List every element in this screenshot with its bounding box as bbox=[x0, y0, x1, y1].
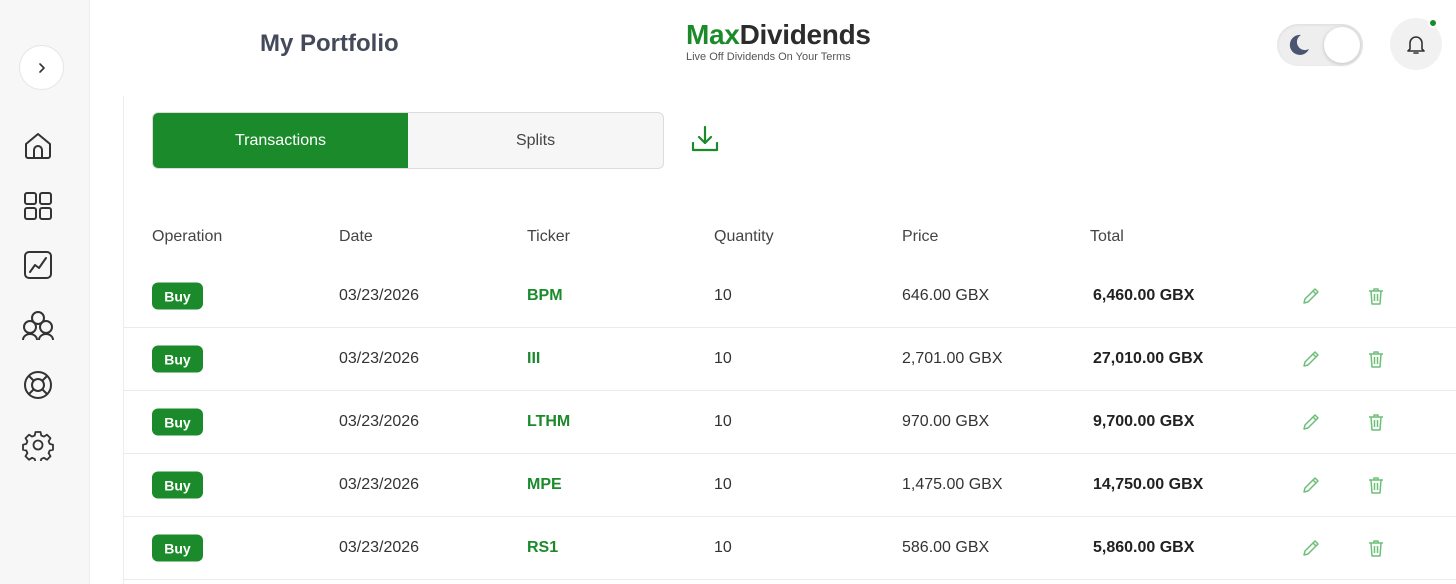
edit-button[interactable] bbox=[1300, 411, 1322, 433]
quantity-cell: 10 bbox=[714, 413, 732, 430]
trash-icon bbox=[1369, 477, 1383, 494]
sidebar-item-analytics[interactable] bbox=[20, 247, 56, 283]
operation-badge: Buy bbox=[152, 471, 203, 499]
column-header-operation[interactable]: Operation bbox=[152, 228, 222, 246]
brand-name-part2: Dividends bbox=[739, 19, 871, 50]
date-cell: 03/23/2026 bbox=[339, 287, 420, 304]
tab-transactions[interactable]: Transactions bbox=[153, 113, 408, 168]
operation-badge: Buy bbox=[152, 282, 203, 310]
grid-icon bbox=[24, 192, 52, 220]
download-icon bbox=[691, 125, 719, 152]
table-row: Buy 03/23/2026 BPM 10 646.00 GBX 6,460.0… bbox=[124, 265, 1456, 328]
quantity-cell: 10 bbox=[714, 287, 732, 304]
column-header-total[interactable]: Total bbox=[1090, 228, 1124, 246]
ticker-link[interactable]: BPM bbox=[527, 287, 563, 305]
delete-button[interactable] bbox=[1365, 285, 1387, 307]
ticker-link[interactable]: RS1 bbox=[527, 539, 558, 557]
price-cell: 2,701.00 GBX bbox=[902, 350, 1003, 367]
sidebar bbox=[0, 0, 90, 584]
trash-icon bbox=[1369, 414, 1383, 431]
edit-button[interactable] bbox=[1300, 348, 1322, 370]
sidebar-item-community[interactable] bbox=[20, 308, 56, 344]
date-cell: 03/23/2026 bbox=[339, 539, 420, 556]
sidebar-item-support[interactable] bbox=[20, 367, 56, 403]
sidebar-item-home[interactable] bbox=[20, 128, 56, 164]
brand-name-part1: Max bbox=[686, 19, 740, 50]
ticker-link[interactable]: III bbox=[527, 350, 540, 368]
quantity-cell: 10 bbox=[714, 350, 732, 367]
pencil-icon bbox=[1303, 414, 1319, 430]
quantity-cell: 10 bbox=[714, 476, 732, 493]
delete-button[interactable] bbox=[1365, 537, 1387, 559]
download-button[interactable] bbox=[688, 122, 722, 156]
column-header-price[interactable]: Price bbox=[902, 228, 938, 246]
settings-icon bbox=[22, 431, 54, 461]
sidebar-expand-button[interactable] bbox=[19, 45, 64, 90]
price-cell: 1,475.00 GBX bbox=[902, 476, 1003, 493]
total-cell: 14,750.00 GBX bbox=[1093, 476, 1204, 493]
operation-badge: Buy bbox=[152, 345, 203, 373]
moon-icon bbox=[1289, 34, 1309, 55]
tab-splits[interactable]: Splits bbox=[408, 113, 663, 168]
view-tabs: Transactions Splits bbox=[152, 112, 664, 169]
home-icon bbox=[25, 133, 51, 159]
price-cell: 970.00 GBX bbox=[902, 413, 990, 430]
edit-button[interactable] bbox=[1300, 537, 1322, 559]
trash-icon bbox=[1369, 351, 1383, 368]
trash-icon bbox=[1369, 288, 1383, 305]
brand-logo[interactable]: MaxDividends Live Off Dividends On Your … bbox=[686, 19, 871, 64]
column-header-ticker[interactable]: Ticker bbox=[527, 228, 570, 246]
support-icon bbox=[24, 371, 52, 399]
table-row: Buy 03/23/2026 MPE 10 1,475.00 GBX 14,75… bbox=[124, 454, 1456, 517]
sidebar-item-settings[interactable] bbox=[20, 427, 56, 463]
column-header-quantity[interactable]: Quantity bbox=[714, 228, 774, 246]
pencil-icon bbox=[1303, 540, 1319, 556]
column-header-date[interactable]: Date bbox=[339, 228, 373, 246]
page-title: My Portfolio bbox=[260, 30, 399, 57]
pencil-icon bbox=[1303, 288, 1319, 304]
date-cell: 03/23/2026 bbox=[339, 350, 420, 367]
trash-icon bbox=[1369, 540, 1383, 557]
brand-tagline: Live Off Dividends On Your Terms bbox=[686, 51, 851, 63]
ticker-link[interactable]: LTHM bbox=[527, 413, 570, 431]
date-cell: 03/23/2026 bbox=[339, 476, 420, 493]
operation-badge: Buy bbox=[152, 534, 203, 562]
ticker-link[interactable]: MPE bbox=[527, 476, 562, 494]
price-cell: 646.00 GBX bbox=[902, 287, 990, 304]
date-cell: 03/23/2026 bbox=[339, 413, 420, 430]
sidebar-item-dashboard[interactable] bbox=[20, 188, 56, 224]
notification-dot bbox=[1428, 18, 1438, 28]
toggle-knob bbox=[1324, 27, 1360, 63]
table-row: Buy 03/23/2026 RS1 10 586.00 GBX 5,860.0… bbox=[124, 517, 1456, 580]
delete-button[interactable] bbox=[1365, 411, 1387, 433]
total-cell: 27,010.00 GBX bbox=[1093, 350, 1204, 367]
total-cell: 9,700.00 GBX bbox=[1093, 413, 1195, 430]
table-row: Buy 03/23/2026 III 10 2,701.00 GBX 27,01… bbox=[124, 328, 1456, 391]
quantity-cell: 10 bbox=[714, 539, 732, 556]
chart-icon bbox=[24, 251, 52, 279]
total-cell: 6,460.00 GBX bbox=[1093, 287, 1195, 304]
bell-icon bbox=[1407, 36, 1425, 54]
pencil-icon bbox=[1303, 351, 1319, 367]
total-cell: 5,860.00 GBX bbox=[1093, 539, 1195, 556]
community-icon bbox=[22, 311, 54, 341]
notifications-button[interactable] bbox=[1390, 18, 1442, 70]
theme-toggle[interactable] bbox=[1277, 24, 1363, 66]
chevron-right-icon bbox=[38, 62, 45, 73]
delete-button[interactable] bbox=[1365, 348, 1387, 370]
table-row: Buy 03/23/2026 LTHM 10 970.00 GBX 9,700.… bbox=[124, 391, 1456, 454]
edit-button[interactable] bbox=[1300, 285, 1322, 307]
operation-badge: Buy bbox=[152, 408, 203, 436]
edit-button[interactable] bbox=[1300, 474, 1322, 496]
price-cell: 586.00 GBX bbox=[902, 539, 990, 556]
pencil-icon bbox=[1303, 477, 1319, 493]
delete-button[interactable] bbox=[1365, 474, 1387, 496]
